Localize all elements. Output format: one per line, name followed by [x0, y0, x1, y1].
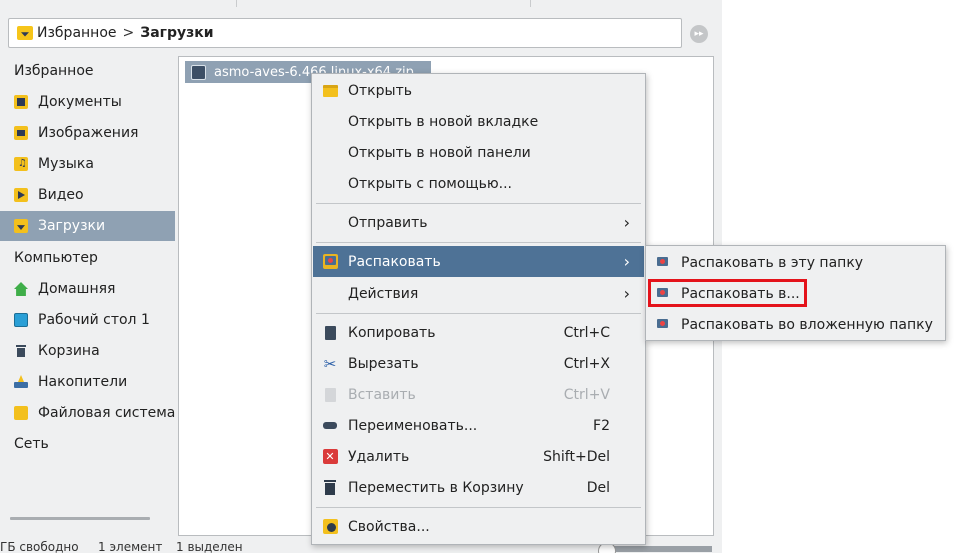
breadcrumb-separator: > — [122, 25, 135, 41]
folder-open-icon — [322, 83, 338, 99]
menu-item-actions[interactable]: Действия › — [313, 278, 644, 309]
sidebar-item-label: Файловая система — [38, 405, 175, 421]
downloads-folder-icon — [17, 26, 33, 40]
menu-item-paste[interactable]: Вставить Ctrl+V — [313, 379, 644, 410]
delete-icon: ✕ — [322, 449, 338, 465]
scissors-icon: ✂ — [323, 354, 337, 373]
menu-item-copy[interactable]: Копировать Ctrl+C — [313, 317, 644, 348]
menu-item-send-to[interactable]: Отправить › — [313, 207, 644, 238]
highlight-annotation — [648, 279, 807, 307]
pictures-folder-icon — [14, 126, 28, 140]
filesystem-folder-icon — [14, 406, 28, 420]
trash-icon — [14, 344, 28, 358]
go-button[interactable]: ▸▸ — [690, 25, 708, 43]
music-folder-icon: ♫ — [14, 157, 28, 171]
chevron-right-icon: › — [623, 284, 630, 303]
sidebar-item-desktop[interactable]: Рабочий стол 1 — [0, 305, 175, 335]
go-arrow-icon: ▸▸ — [694, 29, 704, 39]
chevron-right-icon: › — [623, 252, 630, 271]
sidebar-item-home[interactable]: Домашняя — [0, 274, 175, 304]
archive-icon — [655, 317, 671, 333]
copy-icon — [322, 325, 338, 341]
status-free-space: ГБ свободно — [0, 540, 79, 553]
submenu-item-extract-subfolder[interactable]: Распаковать во вложенную папку — [647, 309, 944, 340]
menu-item-extract[interactable]: Распаковать › — [313, 246, 644, 277]
video-folder-icon — [14, 188, 28, 202]
sidebar-item-label: Накопители — [38, 374, 128, 390]
sidebar-item-video[interactable]: Видео — [0, 180, 175, 210]
zoom-slider-track[interactable] — [612, 546, 712, 552]
sidebar: Избранное Документы Изображения ♫ Музыка… — [0, 56, 175, 526]
submenu-item-extract-here[interactable]: Распаковать в эту папку — [647, 247, 944, 278]
breadcrumb-downloads[interactable]: Загрузки — [140, 25, 213, 41]
sidebar-item-label: Музыка — [38, 156, 94, 172]
sidebar-header-computer: Компьютер — [14, 250, 98, 266]
sidebar-header-network[interactable]: Сеть — [0, 429, 175, 459]
sidebar-scrollbar[interactable] — [10, 517, 150, 520]
sidebar-item-label: Домашняя — [38, 281, 116, 297]
paste-icon — [322, 387, 338, 403]
breadcrumb-favorites[interactable]: Избранное — [37, 25, 117, 41]
menu-separator — [316, 313, 641, 314]
sidebar-item-label: Корзина — [38, 343, 100, 359]
location-bar[interactable]: Избранное > Загрузки — [8, 18, 682, 48]
menu-item-properties[interactable]: Свойства... — [313, 511, 644, 542]
status-selected-count: 1 выделен — [176, 540, 243, 553]
home-icon — [14, 282, 28, 296]
sidebar-item-drives[interactable]: Накопители — [0, 367, 175, 397]
menu-separator — [316, 507, 641, 508]
sidebar-item-filesystem[interactable]: Файловая система — [0, 398, 175, 428]
sidebar-item-music[interactable]: ♫ Музыка — [0, 149, 175, 179]
menu-item-open-new-panel[interactable]: Открыть в новой панели — [313, 137, 644, 168]
rename-icon — [322, 418, 338, 434]
archive-icon — [322, 254, 338, 270]
status-item-count: 1 элемент — [98, 540, 163, 553]
trash-icon — [322, 480, 338, 496]
documents-folder-icon — [14, 95, 28, 109]
archive-icon — [655, 255, 671, 271]
menu-item-open[interactable]: Открыть — [313, 75, 644, 106]
menu-item-open-new-tab[interactable]: Открыть в новой вкладке — [313, 106, 644, 137]
menu-item-open-with[interactable]: Открыть с помощью... — [313, 168, 644, 199]
menu-item-cut[interactable]: ✂ Вырезать Ctrl+X — [313, 348, 644, 379]
sidebar-item-label: Загрузки — [38, 218, 106, 234]
desktop-icon — [14, 313, 28, 327]
sidebar-header-favorites: Избранное — [14, 63, 94, 79]
menu-separator — [316, 203, 641, 204]
sidebar-item-label: Видео — [38, 187, 84, 203]
downloads-folder-icon — [14, 219, 28, 233]
menu-item-delete[interactable]: ✕ Удалить Shift+Del — [313, 441, 644, 472]
sidebar-item-downloads[interactable]: Загрузки — [0, 211, 175, 241]
drives-icon — [14, 375, 28, 389]
context-menu: Открыть Открыть в новой вкладке Открыть … — [311, 73, 646, 545]
menu-item-move-to-trash[interactable]: Переместить в Корзину Del — [313, 472, 644, 503]
sidebar-item-documents[interactable]: Документы — [0, 87, 175, 117]
menu-item-rename[interactable]: Переименовать... F2 — [313, 410, 644, 441]
toolbar-separator — [530, 0, 531, 7]
toolbar-separator — [236, 0, 237, 7]
properties-icon — [322, 519, 338, 535]
menu-separator — [316, 242, 641, 243]
sidebar-item-pictures[interactable]: Изображения — [0, 118, 175, 148]
sidebar-item-label: Рабочий стол 1 — [38, 312, 150, 328]
sidebar-item-trash[interactable]: Корзина — [0, 336, 175, 366]
toolbar-strip — [0, 0, 722, 10]
sidebar-item-label: Изображения — [38, 125, 139, 141]
sidebar-item-label: Документы — [38, 94, 122, 110]
chevron-right-icon: › — [623, 213, 630, 232]
zip-archive-icon — [191, 64, 206, 80]
